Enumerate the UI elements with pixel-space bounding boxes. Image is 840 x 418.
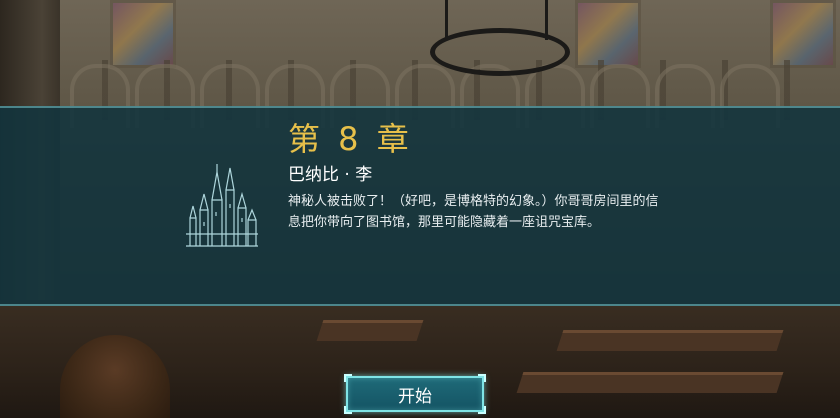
- castle-icon: [186, 164, 258, 247]
- chandelier: [430, 28, 570, 76]
- stained-window: [770, 0, 836, 68]
- chapter-title: 第 8 章: [288, 120, 413, 158]
- stained-window: [575, 0, 641, 68]
- button-corner: [478, 406, 486, 414]
- chapter-subtitle: 巴纳比 · 李: [288, 165, 373, 185]
- chandelier-chain: [445, 0, 448, 40]
- start-button-label: 开始: [398, 386, 432, 407]
- library-table: [556, 330, 784, 351]
- button-corner: [344, 406, 352, 414]
- library-table: [316, 320, 424, 341]
- button-corner: [344, 374, 352, 382]
- library-table: [516, 372, 784, 393]
- chapter-description: 神秘人被击败了！（好吧，是博格特的幻象。）你哥哥房间里的信息把你带向了图书馆，那…: [288, 194, 659, 230]
- stained-window: [110, 0, 176, 68]
- start-button[interactable]: 开始: [344, 374, 486, 414]
- button-corner: [478, 374, 486, 382]
